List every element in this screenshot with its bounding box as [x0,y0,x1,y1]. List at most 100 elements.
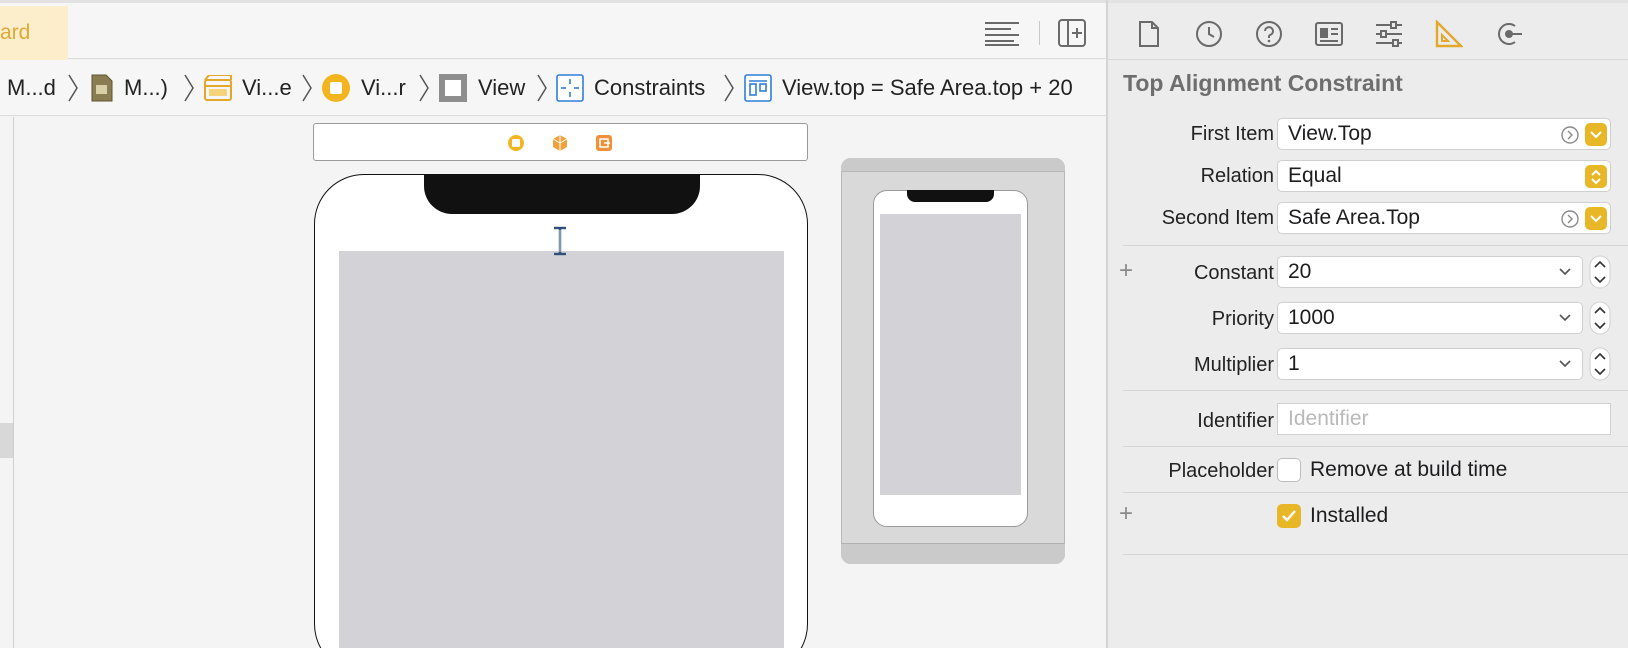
chevron-right-icon [68,74,78,102]
identity-inspector-tab[interactable] [1312,17,1346,51]
constant-combo-field[interactable]: 20 [1277,256,1583,288]
priority-value: 1000 [1288,306,1335,329]
help-inspector-tab[interactable] [1252,17,1286,51]
jumpbar-item-view-controller[interactable]: Vi...r [321,71,406,105]
chevron-down-icon[interactable] [1559,358,1571,370]
id-card-icon [1315,22,1343,46]
jumpbar-item-scene[interactable]: Vi...e [204,71,292,105]
constraint-icon [744,74,772,102]
priority-combo-field[interactable]: 1000 [1277,302,1583,334]
multiplier-combo-field[interactable]: 1 [1277,348,1583,380]
preview-device-notch [907,190,994,202]
sliders-icon [1376,21,1402,47]
checkmark-icon [1282,510,1296,522]
constraints-icon [556,74,584,102]
section-separator [1123,245,1628,246]
second-item-label: Second Item [1161,207,1274,229]
gutter-selection-marker [0,423,13,458]
chevron-right-icon [537,74,547,102]
attributes-inspector-tab[interactable] [1372,17,1406,51]
scene-dock[interactable] [313,123,808,161]
identifier-label: Identifier [1197,410,1274,432]
multiplier-label: Multiplier [1193,354,1274,376]
jumpbar-label: Constraints [594,75,706,100]
document-icon [1139,21,1159,47]
priority-stepper[interactable] [1589,301,1611,335]
editor-options-button[interactable] [983,17,1021,49]
section-separator [1123,492,1628,493]
connections-inspector-tab[interactable] [1492,17,1526,51]
section-separator [1123,390,1628,391]
jumpbar-item-constraints[interactable]: Constraints [556,71,705,105]
jumpbar-label: Vi...r [361,75,406,100]
second-item-dropdown-button[interactable] [1585,207,1607,230]
jumpbar-label: View.top = Safe Area.top + 20 [782,75,1073,100]
jumpbar-item-storyboard[interactable]: M...) [90,71,168,105]
view-controller-icon[interactable] [507,134,525,152]
split-editor-icon [1058,19,1086,47]
first-item-label: First Item [1190,123,1274,145]
relation-popup[interactable]: Equal [1277,160,1611,192]
first-item-value: View.Top [1288,122,1372,145]
relation-dropdown-button[interactable] [1585,165,1607,188]
toolbar-separator [1039,21,1040,45]
chevron-down-icon [1590,130,1602,138]
first-item-dropdown-button[interactable] [1585,123,1607,146]
go-to-arrow-icon[interactable] [1560,209,1580,229]
jumpbar-item-project[interactable]: M...d [7,71,56,105]
document-outline-gutter [0,117,14,648]
constant-label: Constant [1193,262,1274,284]
clock-icon [1196,21,1222,47]
editor-tab-bar: ard [0,0,1106,60]
preview-bottom-bar [841,543,1065,564]
jumpbar-label: Vi...e [242,75,292,100]
second-item-popup[interactable]: Safe Area.Top [1277,202,1611,234]
jumpbar-item-constraint[interactable]: View.top = Safe Area.top + 20 [744,71,1073,105]
second-item-value: Safe Area.Top [1288,206,1420,229]
go-to-arrow-icon[interactable] [1560,125,1580,145]
exit-icon[interactable] [595,134,613,152]
active-tab-label: ard [0,21,31,44]
chevron-right-icon [419,74,429,102]
constant-value: 20 [1288,260,1312,283]
chevron-down-icon[interactable] [1559,266,1571,278]
identifier-input[interactable]: Identifier [1277,403,1611,435]
device-notch [424,174,700,214]
add-installed-variation-button[interactable]: + [1119,500,1133,528]
jumpbar-item-view[interactable]: View [438,71,525,105]
chevron-down-icon[interactable] [1559,312,1571,324]
history-inspector-tab[interactable] [1192,17,1226,51]
connections-icon [1498,23,1522,45]
scene-icon [204,75,232,101]
inspector-title: Top Alignment Constraint [1123,70,1403,96]
first-responder-icon[interactable] [551,134,569,152]
view-controller-icon [321,73,351,103]
question-icon [1256,21,1282,47]
multiplier-value: 1 [1288,352,1300,375]
up-down-chevron-icon [1591,169,1601,184]
relation-label: Relation [1200,165,1274,187]
multiplier-stepper[interactable] [1589,347,1611,381]
first-item-popup[interactable]: View.Top [1277,118,1611,150]
inspector-pane: Top Alignment Constraint First Item View… [1108,0,1628,648]
file-inspector-tab[interactable] [1132,17,1166,51]
lines-icon [985,22,1019,46]
storyboard-file-icon [90,74,114,102]
placeholder-label: Placeholder [1168,460,1274,482]
constant-stepper[interactable] [1589,255,1611,289]
ruler-icon [1435,20,1463,48]
chevron-right-icon [302,74,312,102]
active-editor-tab[interactable]: ard [0,6,68,60]
jumpbar-label: M...d [7,75,56,100]
jumpbar-label: View [478,75,526,100]
selected-subview[interactable] [339,251,784,648]
remove-at-build-time-label: Remove at build time [1310,458,1508,481]
jump-bar: M...d M...) Vi...e Vi...r View Constrain… [0,60,1106,116]
add-editor-button[interactable] [1053,17,1091,49]
text-cursor-icon [554,226,566,256]
size-inspector-tab[interactable] [1432,17,1466,51]
installed-checkbox[interactable] [1277,504,1301,528]
remove-at-build-time-checkbox[interactable] [1277,458,1301,482]
priority-label: Priority [1211,308,1274,330]
interface-builder-editor: ard M...d M...) Vi...e Vi...r View Const… [0,0,1106,648]
